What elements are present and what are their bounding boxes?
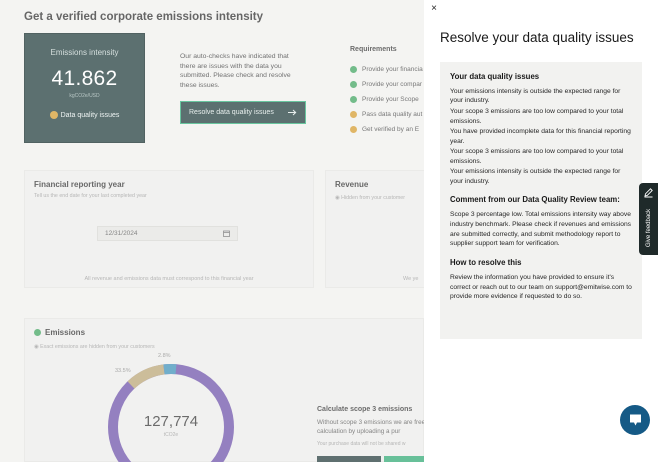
close-icon[interactable]: × [429, 4, 439, 14]
give-feedback-label: Give feedback [646, 208, 652, 248]
issue-item: Your scope 3 emissions are too low compa… [450, 148, 624, 165]
modal-overlay[interactable] [0, 0, 424, 462]
resolve-issues-drawer: × Resolve your data quality issues Your … [424, 0, 658, 462]
comment-heading: Comment from our Data Quality Review tea… [450, 195, 620, 205]
issues-heading: Your data quality issues [450, 72, 540, 81]
how-to-resolve-text: Review the information you have provided… [450, 274, 632, 301]
give-feedback-tab[interactable]: Give feedback [639, 183, 658, 255]
issue-item: You have provided incomplete data for th… [450, 128, 631, 145]
comment-text: Scope 3 percentage low. Total emissions … [450, 211, 632, 248]
chat-bubble-icon [629, 414, 641, 426]
chat-launcher-button[interactable] [620, 405, 650, 435]
how-to-resolve-heading: How to resolve this [450, 258, 522, 268]
issues-panel: Your data quality issues Your emissions … [440, 62, 642, 339]
pencil-icon [644, 188, 653, 198]
issue-item: Your emissions intensity is outside the … [450, 168, 621, 185]
issue-item: Your scope 3 emissions are too low compa… [450, 108, 624, 125]
drawer-title: Resolve your data quality issues [440, 30, 634, 45]
issue-item: Your emissions intensity is outside the … [450, 88, 621, 105]
